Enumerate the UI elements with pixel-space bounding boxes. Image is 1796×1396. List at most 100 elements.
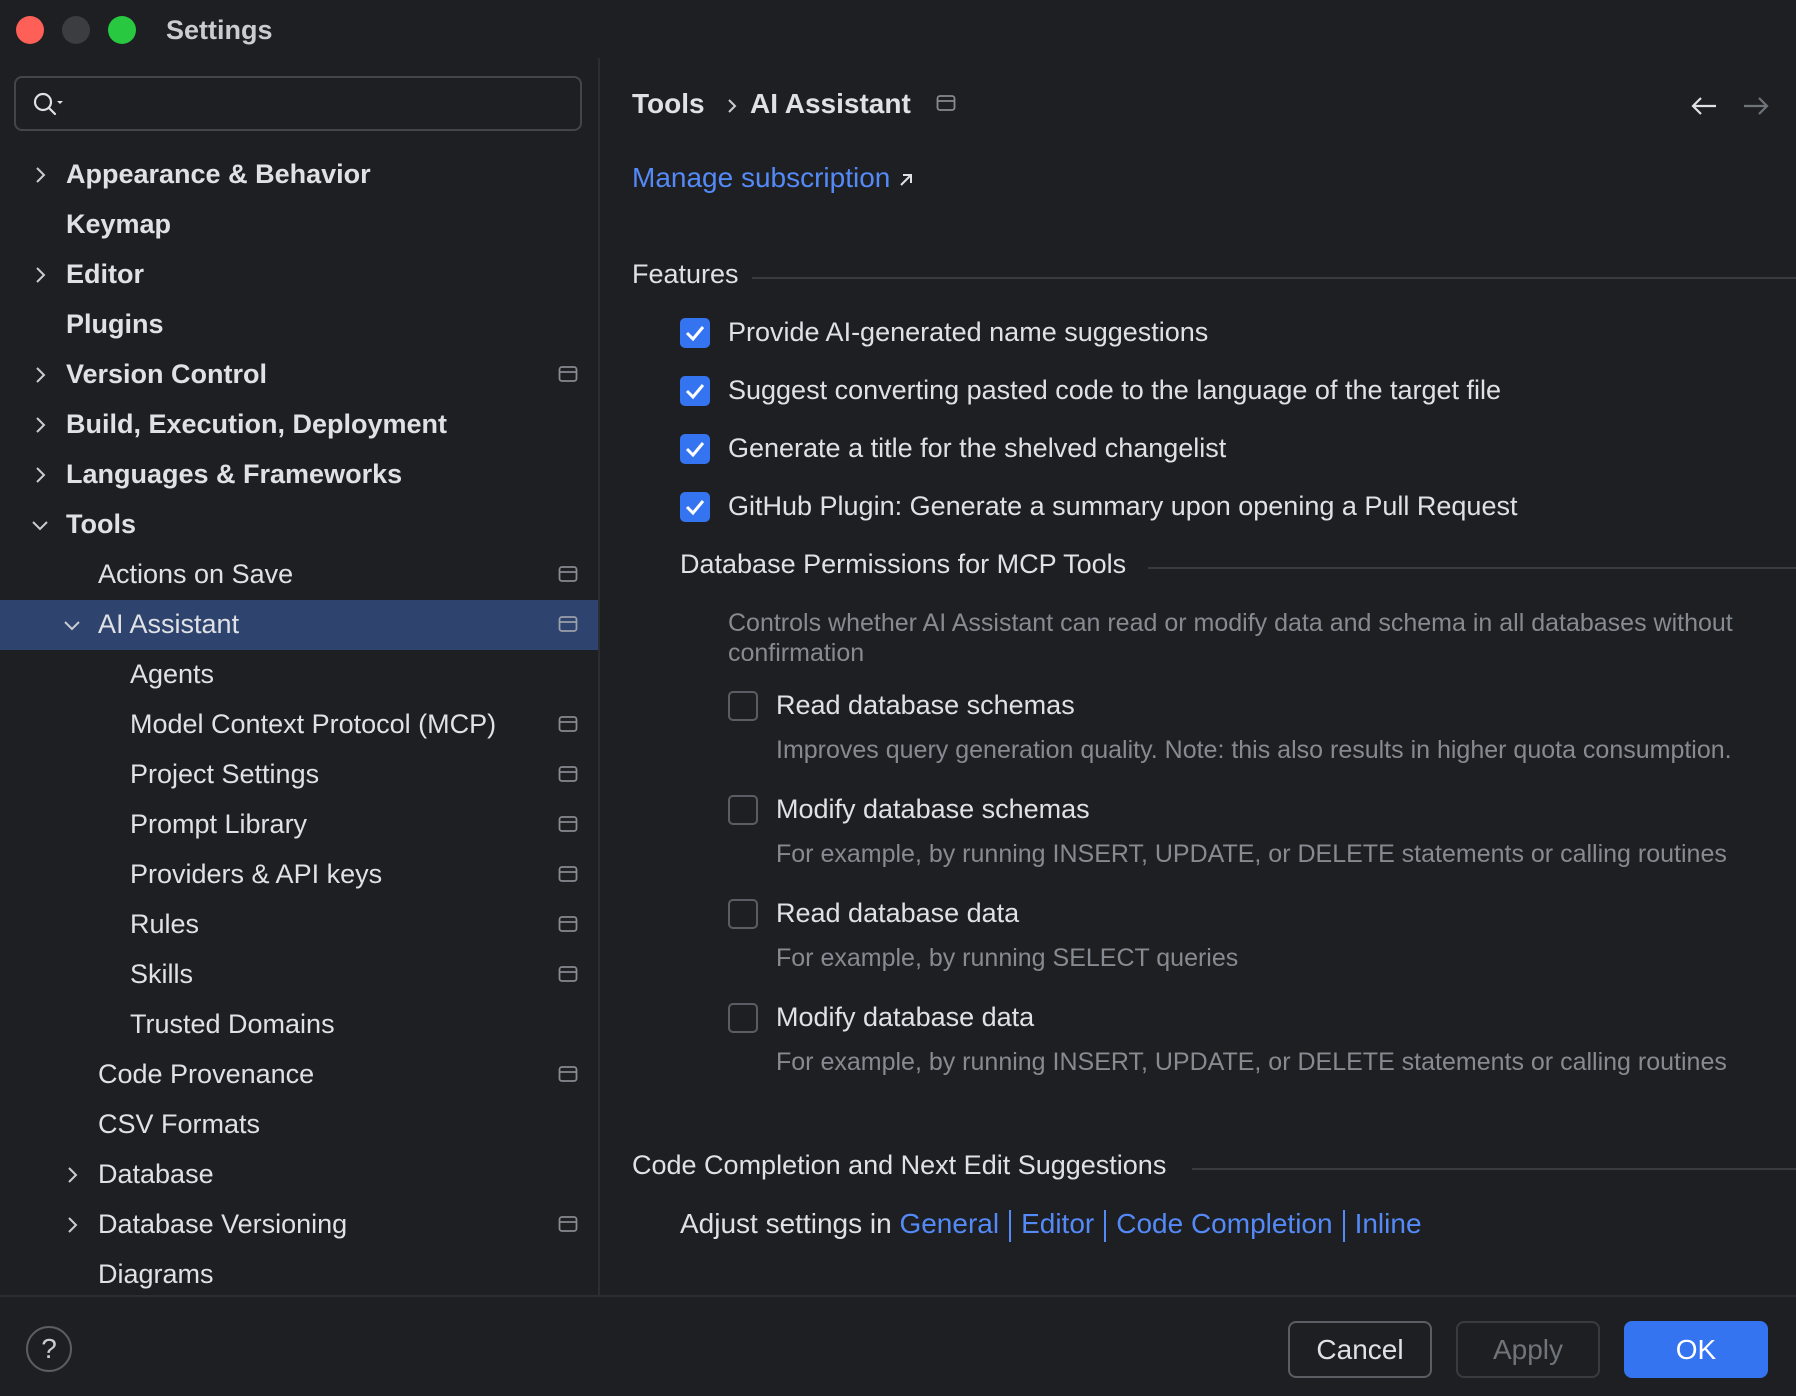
adjust-settings-prefix: Adjust settings in — [680, 1208, 892, 1239]
tree-item-csv-formats[interactable]: CSV Formats — [0, 1100, 598, 1150]
tree-item-actions-on-save[interactable]: Actions on Save — [0, 550, 598, 600]
tree-item-project-settings[interactable]: Project Settings — [0, 750, 598, 800]
project-scope-icon — [558, 366, 578, 382]
checkbox-read-db-data[interactable] — [728, 899, 758, 929]
features-separator — [752, 277, 1796, 279]
tree-item-languages-frameworks[interactable]: Languages & Frameworks — [0, 450, 598, 500]
tree-item-editor[interactable]: Editor — [0, 250, 598, 300]
option-label[interactable]: Suggest converting pasted code to the la… — [728, 375, 1501, 406]
ok-button[interactable]: OK — [1624, 1321, 1768, 1378]
breadcrumb-parent[interactable]: Tools — [632, 88, 705, 120]
breadcrumb-current: AI Assistant — [750, 88, 911, 119]
option-label[interactable]: Modify database data — [776, 1002, 1034, 1033]
tree-item-database[interactable]: Database — [0, 1150, 598, 1200]
chevron-right-icon — [36, 267, 46, 283]
checkbox-modify-db-data[interactable] — [728, 1003, 758, 1033]
breadcrumb-separator-icon — [728, 99, 737, 113]
manage-subscription-link[interactable]: Manage subscription — [632, 162, 916, 194]
chevron-down-icon — [64, 621, 80, 631]
checkmark-icon — [685, 442, 705, 458]
tree-item-label: Prompt Library — [130, 809, 308, 839]
chevron-right-icon — [36, 367, 46, 383]
checkbox-modify-db-schemas[interactable] — [728, 795, 758, 825]
option-label[interactable]: Provide AI-generated name suggestions — [728, 317, 1208, 348]
settings-sidebar: Appearance & Behavior Keymap Editor Plug… — [0, 58, 598, 1295]
tree-item-skills[interactable]: Skills — [0, 950, 598, 1000]
search-input[interactable] — [78, 86, 568, 122]
project-scope-icon — [558, 766, 578, 782]
checkmark-icon — [685, 500, 705, 516]
project-scope-icon — [558, 866, 578, 882]
chevron-right-icon — [36, 417, 46, 433]
option-label[interactable]: Read database schemas — [776, 690, 1075, 721]
editor-link[interactable]: Editor — [1021, 1208, 1094, 1239]
tree-item-label: Diagrams — [98, 1259, 214, 1289]
tree-item-agents[interactable]: Agents — [0, 650, 598, 700]
link-separator — [1104, 1209, 1107, 1242]
db-permissions-description-cont: confirmation — [728, 639, 865, 667]
checkmark-icon — [685, 384, 705, 400]
tree-item-version-control[interactable]: Version Control — [0, 350, 598, 400]
chevron-right-icon — [68, 1167, 78, 1183]
cancel-button[interactable]: Cancel — [1288, 1321, 1432, 1378]
project-scope-icon — [558, 816, 578, 832]
apply-button[interactable]: Apply — [1456, 1321, 1600, 1378]
chevron-down-icon — [32, 521, 48, 531]
tree-item-trusted-domains[interactable]: Trusted Domains — [0, 1000, 598, 1050]
close-window-button[interactable] — [16, 16, 44, 44]
back-arrow-icon[interactable] — [1688, 92, 1720, 120]
option-label[interactable]: Read database data — [776, 898, 1019, 929]
tree-item-mcp[interactable]: Model Context Protocol (MCP) — [0, 700, 598, 750]
option-label[interactable]: Generate a title for the shelved changel… — [728, 433, 1226, 464]
tree-item-label: Agents — [130, 659, 215, 689]
link-separator — [1009, 1209, 1012, 1242]
tree-item-plugins[interactable]: Plugins — [0, 300, 598, 350]
tree-item-appearance-behavior[interactable]: Appearance & Behavior — [0, 150, 598, 200]
tree-item-label: Database — [98, 1159, 214, 1189]
project-scope-icon — [558, 916, 578, 932]
maximize-window-button[interactable] — [108, 16, 136, 44]
project-scope-icon — [558, 716, 578, 732]
tree-item-label: Skills — [130, 959, 194, 989]
external-link-icon — [900, 173, 913, 186]
tree-item-label: Tools — [66, 509, 136, 539]
checkbox-shelved-changelist-title[interactable] — [680, 434, 710, 464]
tree-item-ai-assistant[interactable]: AI Assistant — [0, 600, 598, 650]
tree-item-label: Database Versioning — [98, 1209, 348, 1239]
tree-item-providers-api-keys[interactable]: Providers & API keys — [0, 850, 598, 900]
option-hint: For example, by running SELECT queries — [776, 944, 1239, 972]
code-completion-separator — [1192, 1168, 1796, 1170]
tree-item-label: Editor — [66, 259, 144, 289]
tree-item-label: Languages & Frameworks — [66, 459, 403, 489]
help-button[interactable]: ? — [26, 1326, 72, 1372]
option-label[interactable]: GitHub Plugin: Generate a summary upon o… — [728, 491, 1517, 522]
tree-item-prompt-library[interactable]: Prompt Library — [0, 800, 598, 850]
settings-content: Tools AI Assistant Manage subscription F… — [600, 58, 1796, 1295]
tree-item-rules[interactable]: Rules — [0, 900, 598, 950]
tree-item-diagrams[interactable]: Diagrams — [0, 1250, 598, 1300]
search-box[interactable] — [14, 76, 582, 131]
checkbox-read-db-schemas[interactable] — [728, 691, 758, 721]
tree-item-label: Rules — [130, 909, 200, 939]
general-link[interactable]: General — [899, 1208, 999, 1239]
option-hint: For example, by running INSERT, UPDATE, … — [776, 840, 1727, 868]
minimize-window-button[interactable] — [62, 16, 90, 44]
tree-item-label: CSV Formats — [98, 1109, 261, 1139]
code-completion-link[interactable]: Code Completion — [1116, 1208, 1332, 1239]
option-label[interactable]: Modify database schemas — [776, 794, 1090, 825]
tree-item-database-versioning[interactable]: Database Versioning — [0, 1200, 598, 1250]
manage-subscription-label: Manage subscription — [632, 162, 891, 193]
checkbox-convert-pasted-code[interactable] — [680, 376, 710, 406]
checkbox-name-suggestions[interactable] — [680, 318, 710, 348]
tree-item-build-execution-deployment[interactable]: Build, Execution, Deployment — [0, 400, 598, 450]
checkbox-pull-request-summary[interactable] — [680, 492, 710, 522]
tree-item-code-provenance[interactable]: Code Provenance — [0, 1050, 598, 1100]
project-scope-icon — [558, 966, 578, 982]
tree-item-label: Plugins — [66, 309, 164, 339]
tree-item-tools[interactable]: Tools — [0, 500, 598, 550]
inline-link[interactable]: Inline — [1355, 1208, 1422, 1239]
project-scope-icon — [936, 95, 956, 111]
tree-item-keymap[interactable]: Keymap — [0, 200, 598, 250]
tree-item-label: Version Control — [66, 359, 268, 389]
forward-arrow-icon[interactable] — [1740, 92, 1772, 120]
